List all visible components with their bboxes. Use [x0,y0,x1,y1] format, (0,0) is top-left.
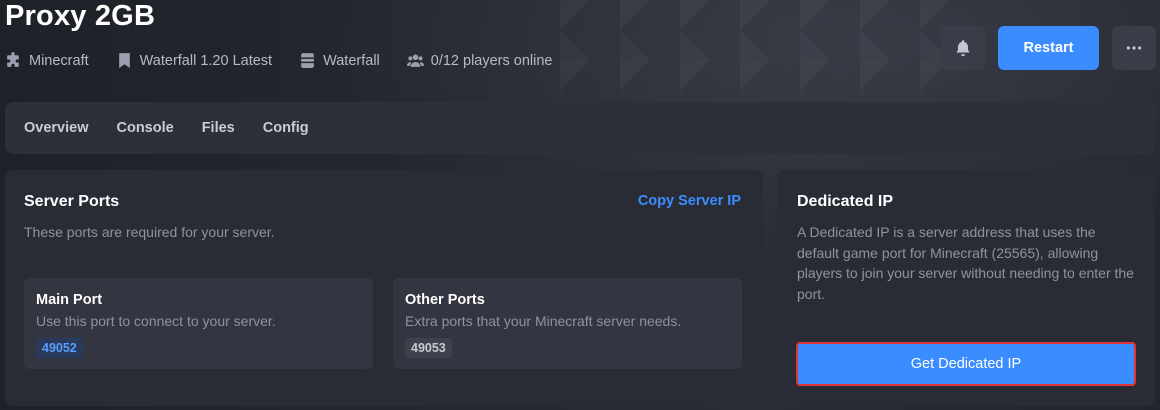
tab-config[interactable]: Config [263,120,309,136]
other-port-badge[interactable]: 49053 [405,338,452,358]
server-ports-card: Server Ports Copy Server IP These ports … [5,170,763,406]
main-port-box: Main Port Use this port to connect to yo… [24,278,373,369]
server-tabs: Overview Console Files Config [5,102,1155,154]
tab-files[interactable]: Files [202,120,235,136]
main-port-badge[interactable]: 49052 [36,338,83,358]
meta-software: Waterfall [299,52,380,69]
server-meta: Minecraft Waterfall 1.20 Latest Waterfal… [5,52,580,69]
users-icon [406,54,424,67]
meta-software-label: Waterfall [323,52,380,69]
meta-version: Waterfall 1.20 Latest [116,52,272,69]
header-actions: Restart [941,26,1156,70]
bell-icon [956,40,970,57]
get-dedicated-ip-button[interactable]: Get Dedicated IP [796,342,1136,386]
server-ports-title: Server Ports [24,193,120,210]
puzzle-icon [7,52,19,67]
server-dashboard: Proxy 2GB Minecraft Waterfall 1.20 Lates… [0,0,1160,410]
bookmark-icon [118,53,130,68]
notifications-button[interactable] [941,26,985,70]
other-ports-title: Other Ports [405,292,485,308]
server-ports-subtitle: These ports are required for your server… [24,224,275,240]
meta-game: Minecraft [5,52,89,69]
dedicated-ip-title: Dedicated IP [797,193,894,210]
dedicated-ip-description: A Dedicated IP is a server address that … [797,224,1134,302]
restart-button[interactable]: Restart [998,26,1099,70]
copy-server-ip-link[interactable]: Copy Server IP [638,193,741,209]
main-port-description: Use this port to connect to your server. [36,313,276,329]
server-icon [301,53,314,68]
dedicated-ip-card: Dedicated IP A Dedicated IP is a server … [777,170,1155,406]
meta-players-label: 0/12 players online [430,52,553,69]
meta-players: 0/12 players online [406,52,553,69]
ellipsis-icon [1126,46,1142,50]
other-ports-box: Other Ports Extra ports that your Minecr… [393,278,742,369]
main-port-title: Main Port [36,292,103,308]
meta-game-label: Minecraft [29,52,89,69]
page-title: Proxy 2GB [5,0,156,32]
tab-overview[interactable]: Overview [24,120,89,136]
more-options-button[interactable] [1112,26,1156,70]
meta-version-label: Waterfall 1.20 Latest [139,52,273,69]
other-ports-description: Extra ports that your Minecraft server n… [405,313,682,329]
tab-console[interactable]: Console [117,120,174,136]
